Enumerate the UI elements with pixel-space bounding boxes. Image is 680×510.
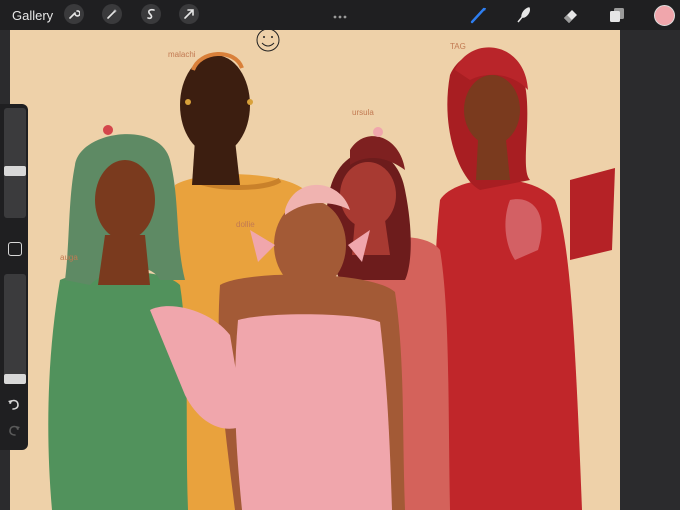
name-label-malachi: malachi xyxy=(168,50,196,59)
gallery-button[interactable]: Gallery xyxy=(12,8,53,23)
name-label-tag: TAG xyxy=(450,42,466,51)
drawing-canvas[interactable]: malachi TAG ursula auga dollie xyxy=(10,30,620,510)
canvas-margin xyxy=(620,30,680,510)
artwork xyxy=(48,30,615,510)
wrench-icon[interactable] xyxy=(64,4,84,24)
brush-size-thumb[interactable] xyxy=(4,166,26,176)
figure-red-dress xyxy=(434,47,615,510)
opacity-thumb[interactable] xyxy=(4,374,26,384)
more-options-icon[interactable] xyxy=(333,6,347,24)
name-label-ursula: ursula xyxy=(352,108,374,117)
brush-size-slider[interactable] xyxy=(4,108,26,218)
name-label-auga: auga xyxy=(60,253,78,262)
current-color-swatch[interactable] xyxy=(654,5,675,26)
smudge-icon[interactable] xyxy=(513,4,535,26)
opacity-slider[interactable] xyxy=(4,274,26,384)
magic-wand-icon[interactable] xyxy=(102,4,122,24)
brush-icon[interactable] xyxy=(468,4,490,26)
transform-arrow-icon[interactable] xyxy=(179,4,199,24)
brush-sidebar xyxy=(0,104,28,450)
eyedropper-square-button[interactable] xyxy=(8,242,22,256)
top-toolbar: Gallery xyxy=(0,0,680,30)
redo-icon[interactable] xyxy=(6,422,22,438)
layers-icon[interactable] xyxy=(606,4,628,26)
undo-icon[interactable] xyxy=(6,396,22,412)
selection-icon[interactable] xyxy=(141,4,161,24)
name-label-dollie: dollie xyxy=(236,220,255,229)
smiley-doodle xyxy=(256,30,280,52)
eraser-icon[interactable] xyxy=(560,4,582,26)
